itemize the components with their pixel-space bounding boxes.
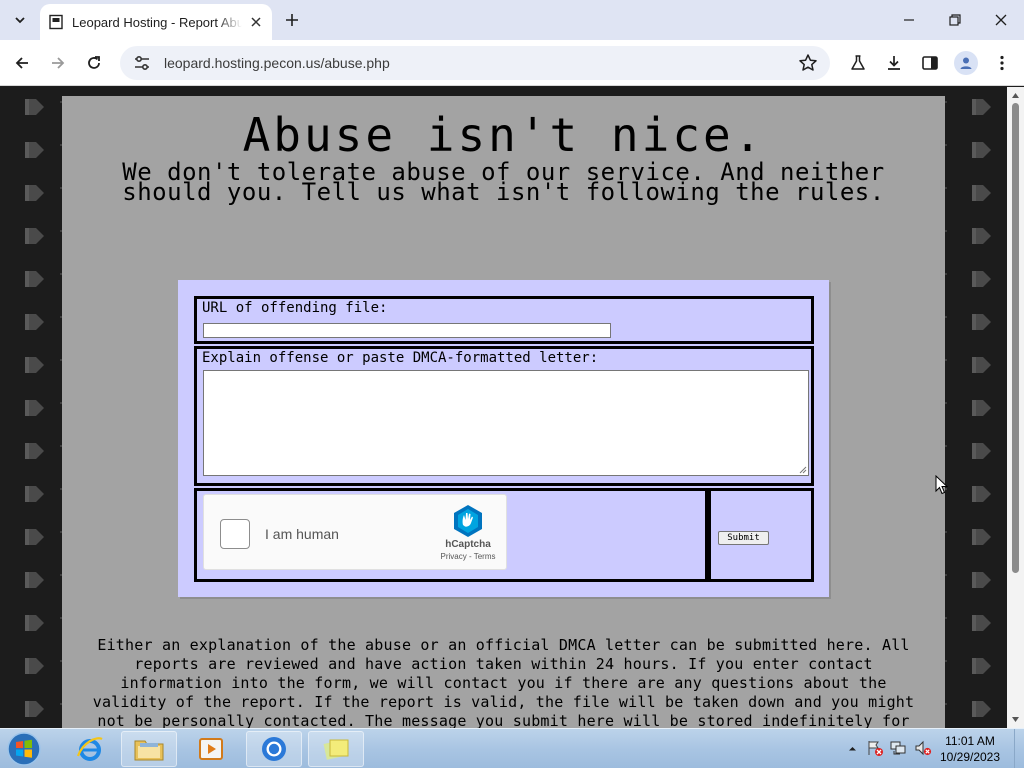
browser-toolbar: leopard.hosting.pecon.us/abuse.php <box>0 40 1024 86</box>
side-panel-icon <box>922 56 938 70</box>
system-clock[interactable]: 11:01 AM 10/29/2023 <box>930 733 1010 765</box>
profile-button[interactable] <box>954 51 978 75</box>
new-tab-button[interactable] <box>280 8 304 32</box>
tab-title: Leopard Hosting - Report Abuse <box>72 14 242 30</box>
captcha-checkbox[interactable] <box>220 519 250 549</box>
reload-icon <box>88 56 100 69</box>
tab-strip: Leopard Hosting - Report Abuse <box>0 0 1024 40</box>
active-tab[interactable]: Leopard Hosting - Report Abuse <box>40 4 272 40</box>
captcha-fieldset: I am human hCaptcha Privacy - Terms <box>194 488 708 582</box>
action-center-tray[interactable] <box>866 739 884 757</box>
tab-search-button[interactable] <box>8 8 32 32</box>
close-tab-icon[interactable] <box>248 14 264 30</box>
url-text[interactable]: leopard.hosting.pecon.us/abuse.php <box>164 55 798 71</box>
clock-time: 11:01 AM <box>945 734 995 748</box>
menu-button[interactable] <box>990 51 1014 75</box>
network-icon <box>890 741 906 755</box>
arrow-left-icon <box>15 57 28 69</box>
close-icon <box>995 14 1007 26</box>
taskbar-media-player[interactable] <box>183 731 239 767</box>
windows-taskbar: 11:01 AM 10/29/2023 <box>0 728 1024 768</box>
captcha-links[interactable]: Privacy - Terms <box>426 552 510 561</box>
folder-icon <box>134 740 164 761</box>
url-fieldset: URL of offending file: <box>194 296 814 344</box>
hcaptcha-widget: I am human hCaptcha Privacy - Terms <box>203 494 507 570</box>
background-pattern <box>0 87 60 728</box>
address-bar[interactable]: leopard.hosting.pecon.us/abuse.php <box>120 46 830 80</box>
minimize-button[interactable] <box>897 8 921 32</box>
submit-fieldset: Submit <box>708 488 814 582</box>
chrome-icon <box>262 737 286 761</box>
forward-button[interactable] <box>46 51 70 75</box>
taskbar-sticky-notes[interactable] <box>308 731 364 767</box>
minimize-icon <box>904 19 914 21</box>
scroll-down-arrow-icon[interactable] <box>1011 715 1020 724</box>
flask-icon <box>851 55 865 70</box>
back-button[interactable] <box>10 51 34 75</box>
captcha-brand: hCaptcha <box>445 539 491 550</box>
hcaptcha-logo-icon <box>454 505 482 537</box>
show-desktop-button[interactable] <box>1014 729 1024 768</box>
url-label: URL of offending file: <box>202 300 388 316</box>
media-player-icon <box>199 738 223 760</box>
windows-logo-icon <box>7 732 41 766</box>
sticky-notes-icon <box>323 739 349 760</box>
download-icon <box>888 56 900 70</box>
message-fieldset: Explain offense or paste DMCA-formatted … <box>194 346 814 486</box>
network-tray[interactable] <box>890 739 908 757</box>
url-input[interactable] <box>203 323 611 338</box>
captcha-label: I am human <box>265 526 339 542</box>
vertical-scrollbar[interactable] <box>1007 87 1024 728</box>
side-panel-button[interactable] <box>918 51 942 75</box>
message-label: Explain offense or paste DMCA-formatted … <box>202 350 599 366</box>
plus-icon <box>286 14 298 26</box>
reload-button[interactable] <box>82 51 106 75</box>
page-content: Abuse isn't nice. We don't tolerate abus… <box>62 96 945 728</box>
arrow-right-icon <box>52 57 65 69</box>
labs-button[interactable] <box>846 51 870 75</box>
start-button[interactable] <box>4 730 44 768</box>
more-vert-icon <box>1000 55 1004 71</box>
abuse-report-form: URL of offending file: Explain offense o… <box>178 280 829 597</box>
clock-date: 10/29/2023 <box>939 750 1001 764</box>
page-subtitle: We don't tolerate abuse of our service. … <box>122 158 885 206</box>
mouse-cursor-icon <box>935 475 949 495</box>
taskbar-file-explorer[interactable] <box>121 731 177 767</box>
message-textarea[interactable] <box>203 370 809 476</box>
restore-icon <box>949 14 961 26</box>
chevron-up-icon <box>848 746 856 750</box>
downloads-button[interactable] <box>882 51 906 75</box>
description-paragraph: Either an explanation of the abuse or an… <box>92 636 915 728</box>
page-favicon-icon <box>49 14 63 30</box>
bookmark-star-icon[interactable] <box>798 53 818 73</box>
background-pattern <box>947 87 1007 728</box>
close-window-button[interactable] <box>989 8 1013 32</box>
person-icon <box>960 57 972 69</box>
flag-error-icon <box>868 741 883 756</box>
taskbar-internet-explorer[interactable] <box>62 731 118 767</box>
chevron-down-icon <box>15 17 25 24</box>
resize-grip-icon[interactable] <box>798 465 807 474</box>
submit-button[interactable]: Submit <box>718 531 769 545</box>
scrollbar-thumb[interactable] <box>1012 103 1019 573</box>
page-viewport: Abuse isn't nice. We don't tolerate abus… <box>0 87 1007 728</box>
scroll-up-arrow-icon[interactable] <box>1011 91 1020 100</box>
internet-explorer-icon <box>76 737 103 761</box>
site-info-icon[interactable] <box>132 53 152 73</box>
taskbar-chrome[interactable] <box>246 731 302 767</box>
show-hidden-icons-button[interactable] <box>843 739 861 757</box>
page-title: Abuse isn't nice. <box>242 108 765 162</box>
restore-button[interactable] <box>943 8 967 32</box>
